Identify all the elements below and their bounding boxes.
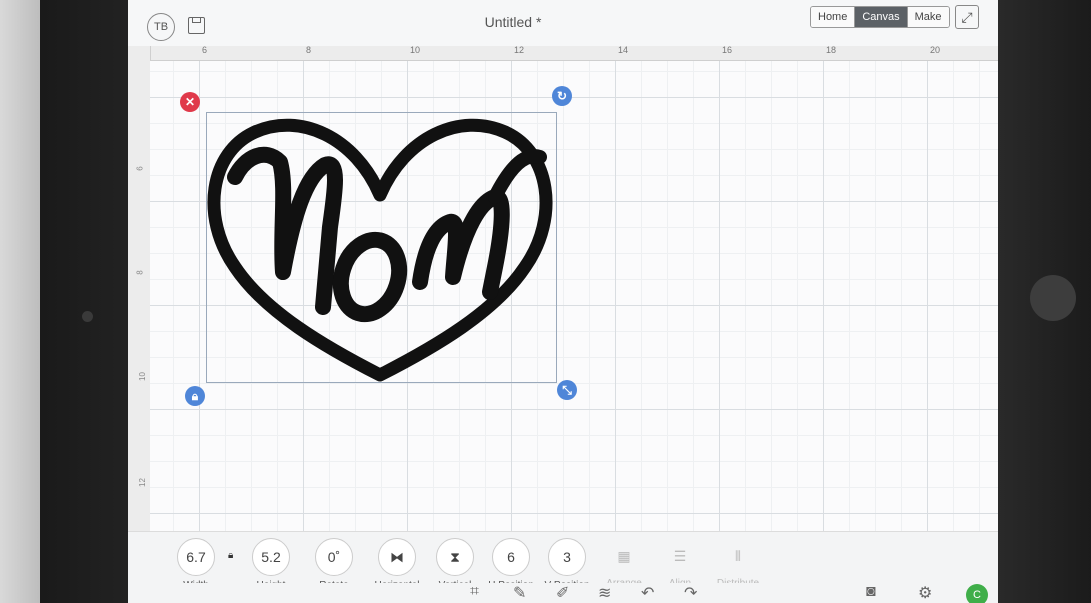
ruler-label: 10 — [137, 372, 147, 381]
height-value[interactable]: 5.2 — [252, 538, 290, 576]
aspect-lock-icon[interactable]: 🔒︎ — [228, 550, 233, 561]
tablet-camera — [82, 311, 93, 322]
redo-icon[interactable]: ↷ — [684, 583, 697, 603]
ruler-label: 8 — [135, 270, 145, 275]
h-position-value[interactable]: 6 — [492, 538, 530, 576]
ruler-label: 12 — [514, 45, 525, 55]
ruler-label: 6 — [202, 45, 208, 55]
arrange-icon: ▦ — [617, 548, 631, 564]
layers-icon[interactable]: ≋ — [598, 583, 611, 603]
rotate-handle-icon[interactable]: ↻ — [552, 86, 572, 106]
ruler-top: 6 8 10 12 14 16 18 20 — [150, 45, 998, 61]
mode-tabs: Home Canvas Make — [810, 6, 950, 28]
tab-make[interactable]: Make — [907, 7, 949, 27]
arrange-button[interactable]: ▦ Arrange — [592, 538, 656, 589]
tablet-home-button — [1030, 275, 1076, 321]
distribute-button[interactable]: ⦀ Distribute — [706, 538, 770, 589]
connected-machine-badge[interactable]: C — [966, 584, 988, 603]
gear-icon[interactable]: ⚙ — [918, 583, 932, 603]
ruler-label: 6 — [135, 166, 145, 171]
tablet-bezel-left — [0, 0, 140, 603]
camera-icon[interactable]: ◙ — [866, 583, 876, 601]
undo-icon[interactable]: ↶ — [641, 583, 654, 603]
ruler-label: 14 — [618, 45, 629, 55]
pen-icon[interactable]: ✎ — [513, 583, 526, 603]
ruler-label: 16 — [722, 45, 733, 55]
ruler-label: 18 — [826, 45, 837, 55]
document-title: Untitled * — [484, 14, 542, 30]
ruler-label: 8 — [306, 45, 312, 55]
flip-vertical-icon: ⧗ — [436, 538, 474, 576]
weld-icon[interactable]: ⌗ — [470, 583, 479, 601]
ruler-label: 12 — [137, 478, 147, 487]
width-value[interactable]: 6.7 — [177, 538, 215, 576]
header-bar: TB Untitled * Home Canvas Make ⤢ — [128, 0, 998, 47]
tab-home[interactable]: Home — [811, 7, 856, 27]
background-wall — [0, 0, 40, 603]
align-icon: ☰ — [673, 548, 687, 564]
tab-canvas[interactable]: Canvas — [855, 7, 908, 27]
lock-handle-icon[interactable]: 🔒︎ — [185, 386, 205, 406]
v-position-value[interactable]: 3 — [548, 538, 586, 576]
edit-icon[interactable]: ✐ — [556, 583, 569, 603]
delete-handle-icon[interactable]: ✕ — [180, 92, 200, 112]
align-button[interactable]: ☰ Align — [648, 538, 712, 589]
flip-horizontal-icon: ⧓ — [378, 538, 416, 576]
ruler-label: 20 — [930, 45, 941, 55]
bottom-action-bar: ⌗ ✎ ✐ ≋ ↶ ↷ ◙ ⚙ — [128, 583, 998, 603]
distribute-icon: ⦀ — [734, 548, 742, 564]
resize-handle-icon[interactable]: ⤡ — [557, 380, 577, 400]
fullscreen-expand-icon[interactable]: ⤢ — [955, 5, 979, 29]
rotate-value[interactable]: 0˚ — [315, 538, 353, 576]
app-screen: TB Untitled * Home Canvas Make ⤢ 6 8 10 … — [128, 0, 998, 603]
ruler-label: 10 — [410, 45, 421, 55]
heart-mom-artwork[interactable] — [205, 107, 555, 382]
ruler-left: 6 8 10 12 14 — [128, 46, 151, 603]
